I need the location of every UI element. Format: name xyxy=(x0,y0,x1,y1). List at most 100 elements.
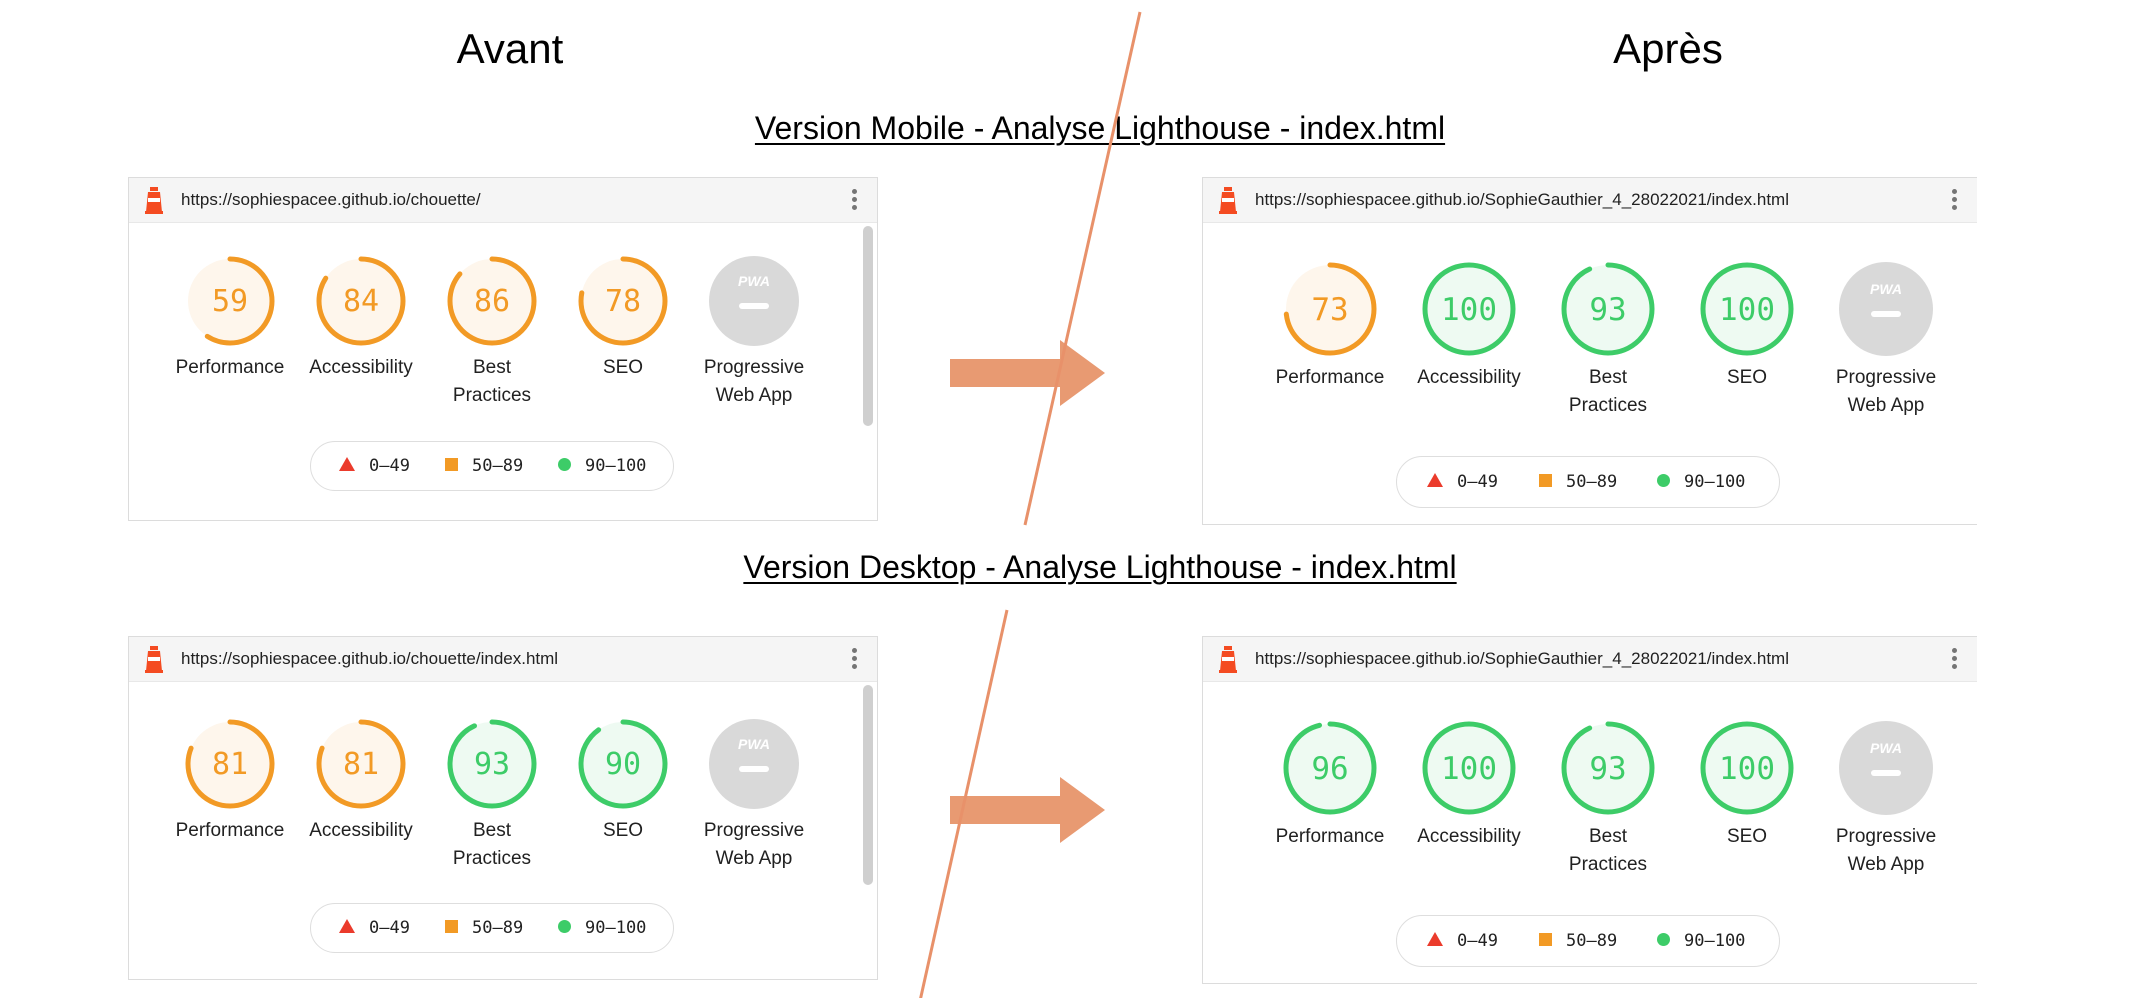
report-url[interactable]: https://sophiespacee.github.io/chouette/… xyxy=(181,637,558,681)
score-ring: 93 xyxy=(447,719,537,809)
desktop-arrow-icon xyxy=(950,777,1105,843)
gauge-best-practices[interactable]: 93 Best Practices xyxy=(1538,262,1678,420)
scrollbar[interactable] xyxy=(863,226,873,426)
gauge-label: Accessibility xyxy=(309,820,413,841)
triangle-icon xyxy=(339,457,355,471)
gauge-seo[interactable]: 78 SEO xyxy=(553,256,693,382)
score-value: 100 xyxy=(1719,292,1775,328)
legend-pass: 90–100 xyxy=(1657,916,1745,966)
square-icon xyxy=(445,457,458,471)
legend-fail: 0–49 xyxy=(1427,457,1498,507)
pwa-badge-icon: PWA xyxy=(1839,721,1933,815)
more-menu-icon[interactable] xyxy=(851,648,857,672)
score-value: 78 xyxy=(605,284,641,319)
pwa-badge-icon: PWA xyxy=(709,719,799,809)
scrollbar[interactable] xyxy=(863,685,873,885)
lighthouse-icon xyxy=(145,187,163,214)
score-ring: 100 xyxy=(1700,262,1794,356)
gauge-best-practices[interactable]: 86 Best Practices xyxy=(422,256,562,410)
gauge-label: Best Practices xyxy=(1568,367,1648,416)
legend-average: 50–89 xyxy=(445,442,523,490)
gauge-pwa[interactable]: PWA Progressive Web App xyxy=(684,256,824,410)
url-bar: https://sophiespacee.github.io/chouette/ xyxy=(129,178,877,223)
mobile-after-report: https://sophiespacee.github.io/SophieGau… xyxy=(1202,177,1977,525)
score-legend: 0–49 50–89 90–100 xyxy=(310,903,674,953)
more-menu-icon[interactable] xyxy=(851,189,857,213)
score-value: 96 xyxy=(1311,751,1348,787)
svg-text:PWA: PWA xyxy=(738,273,770,289)
gauge-best-practices[interactable]: 93 Best Practices xyxy=(1538,721,1678,879)
gauge-seo[interactable]: 100 SEO xyxy=(1677,262,1817,392)
square-icon xyxy=(1539,473,1552,487)
gauge-label: Accessibility xyxy=(1417,826,1521,847)
score-value: 100 xyxy=(1441,292,1497,328)
circle-icon xyxy=(1657,473,1670,487)
score-value: 100 xyxy=(1719,751,1775,787)
report-url[interactable]: https://sophiespacee.github.io/SophieGau… xyxy=(1255,637,1789,681)
report-url[interactable]: https://sophiespacee.github.io/chouette/ xyxy=(181,178,481,222)
score-value: 84 xyxy=(343,284,379,319)
gauge-label: Performance xyxy=(175,357,285,378)
gauge-performance[interactable]: 73 Performance xyxy=(1260,262,1400,392)
triangle-icon xyxy=(339,919,355,933)
lighthouse-icon xyxy=(1219,646,1237,673)
gauge-label: SEO xyxy=(602,820,644,841)
gauge-pwa[interactable]: PWA Progressive Web App xyxy=(1816,721,1956,879)
gauge-label: SEO xyxy=(1726,367,1768,388)
gauge-accessibility[interactable]: 81 Accessibility xyxy=(291,719,431,845)
svg-text:PWA: PWA xyxy=(738,736,770,752)
gauge-accessibility[interactable]: 100 Accessibility xyxy=(1399,262,1539,392)
legend-average: 50–89 xyxy=(445,904,523,952)
pwa-badge-icon: PWA xyxy=(709,256,799,346)
gauge-accessibility[interactable]: 84 Accessibility xyxy=(291,256,431,382)
report-url[interactable]: https://sophiespacee.github.io/SophieGau… xyxy=(1255,178,1789,222)
after-heading: Après xyxy=(1613,25,1723,72)
gauge-performance[interactable]: 96 Performance xyxy=(1260,721,1400,851)
score-value: 100 xyxy=(1441,751,1497,787)
gauge-seo[interactable]: 100 SEO xyxy=(1677,721,1817,851)
legend-fail: 0–49 xyxy=(1427,916,1498,966)
mobile-arrow-icon xyxy=(950,340,1105,406)
url-bar: https://sophiespacee.github.io/SophieGau… xyxy=(1203,637,1977,682)
score-ring: 93 xyxy=(1561,262,1655,356)
gauge-pwa[interactable]: PWA Progressive Web App xyxy=(684,719,824,873)
score-value: 81 xyxy=(343,747,379,782)
square-icon xyxy=(445,919,458,933)
triangle-icon xyxy=(1427,932,1443,946)
more-menu-icon[interactable] xyxy=(1951,189,1957,213)
score-value: 93 xyxy=(1589,292,1626,328)
score-value: 93 xyxy=(474,747,510,782)
score-value: 59 xyxy=(212,284,248,319)
gauge-best-practices[interactable]: 93 Best Practices xyxy=(422,719,562,873)
gauge-label: Progressive Web App xyxy=(1835,367,1937,416)
gauge-seo[interactable]: 90 SEO xyxy=(553,719,693,845)
gauge-performance[interactable]: 59 Performance xyxy=(160,256,300,382)
score-value: 90 xyxy=(605,747,641,782)
gauge-pwa[interactable]: PWA Progressive Web App xyxy=(1816,262,1956,420)
score-ring: 100 xyxy=(1700,721,1794,815)
gauge-label: Accessibility xyxy=(1417,367,1521,388)
svg-text:PWA: PWA xyxy=(1870,740,1902,756)
gauge-performance[interactable]: 81 Performance xyxy=(160,719,300,845)
more-menu-icon[interactable] xyxy=(1951,648,1957,672)
desktop-after-report: https://sophiespacee.github.io/SophieGau… xyxy=(1202,636,1977,984)
legend-pass: 90–100 xyxy=(558,904,646,952)
score-ring: 73 xyxy=(1283,262,1377,356)
score-value: 73 xyxy=(1311,292,1348,328)
desktop-before-report: https://sophiespacee.github.io/chouette/… xyxy=(128,636,878,980)
lighthouse-icon xyxy=(145,646,163,673)
score-ring: 96 xyxy=(1283,721,1377,815)
score-ring: 100 xyxy=(1422,262,1516,356)
desktop-section-title: Version Desktop - Analyse Lighthouse - i… xyxy=(743,549,1457,585)
gauge-label: Best Practices xyxy=(1568,826,1648,875)
gauge-label: Performance xyxy=(1275,367,1385,388)
score-ring: 100 xyxy=(1422,721,1516,815)
gauge-accessibility[interactable]: 100 Accessibility xyxy=(1399,721,1539,851)
gauge-label: SEO xyxy=(1726,826,1768,847)
gauge-label: Performance xyxy=(175,820,285,841)
score-value: 81 xyxy=(212,747,248,782)
legend-pass: 90–100 xyxy=(1657,457,1745,507)
square-icon xyxy=(1539,932,1552,946)
lighthouse-icon xyxy=(1219,187,1237,214)
legend-average: 50–89 xyxy=(1539,457,1617,507)
